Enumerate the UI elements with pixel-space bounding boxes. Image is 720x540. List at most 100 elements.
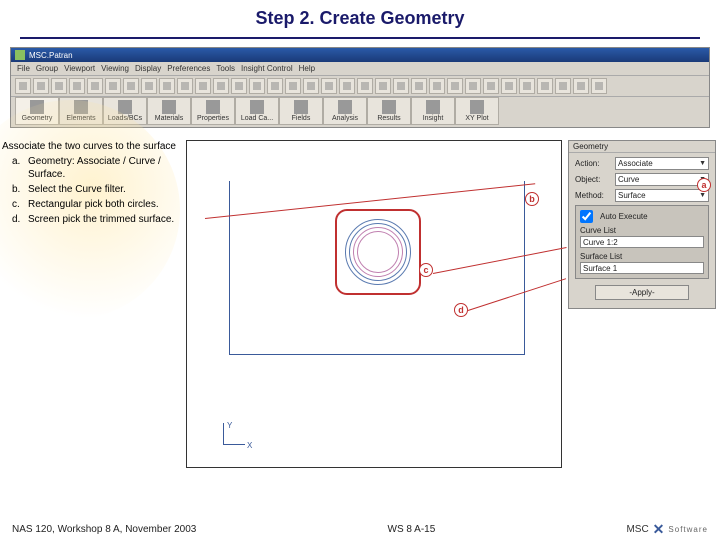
callout-d: d xyxy=(454,303,468,317)
toolbar-icon[interactable] xyxy=(213,78,229,94)
menu-display[interactable]: Display xyxy=(135,64,161,73)
toolbar-icon[interactable] xyxy=(393,78,409,94)
row-action: Action: Associate▼ xyxy=(575,157,709,170)
footer-center: WS 8 A-15 xyxy=(388,524,436,535)
toolbar-icon[interactable] xyxy=(87,78,103,94)
toolbar-icon[interactable] xyxy=(591,78,607,94)
apply-button[interactable]: -Apply- xyxy=(595,285,689,300)
menu-viewing[interactable]: Viewing xyxy=(101,64,129,73)
tab-loadcases[interactable]: Load Ca... xyxy=(235,97,279,125)
tab-elements[interactable]: Elements xyxy=(59,97,103,125)
page-title: Step 2. Create Geometry xyxy=(0,8,720,29)
toolbar-icon[interactable] xyxy=(339,78,355,94)
tab-geometry[interactable]: Geometry xyxy=(15,97,59,125)
menu-help[interactable]: Help xyxy=(299,64,315,73)
instruction-d: d.Screen pick the trimmed surface. xyxy=(12,213,182,226)
menu-tools[interactable]: Tools xyxy=(216,64,235,73)
pick-rectangle xyxy=(335,209,421,295)
footer-logo: MSC ✕ Software xyxy=(626,521,708,538)
toolbar-icon[interactable] xyxy=(321,78,337,94)
toolbar-icon[interactable] xyxy=(159,78,175,94)
loadcases-icon xyxy=(250,100,264,114)
model-viewport[interactable]: Y X xyxy=(186,140,562,468)
chevron-down-icon: ▼ xyxy=(699,160,706,167)
axis-y-label: Y xyxy=(227,421,232,430)
toolbar-icon[interactable] xyxy=(429,78,445,94)
row-object: Object: Curve▼ xyxy=(575,173,709,186)
insight-icon xyxy=(426,100,440,114)
toolbar-icon[interactable] xyxy=(303,78,319,94)
tab-xyplot[interactable]: XY Plot xyxy=(455,97,499,125)
content-area: Associate the two curves to the surface … xyxy=(0,140,720,518)
results-icon xyxy=(382,100,396,114)
toolbar-icon[interactable] xyxy=(105,78,121,94)
menu-preferences[interactable]: Preferences xyxy=(167,64,210,73)
titlebar: MSC.Patran xyxy=(11,48,709,62)
axis-x-label: X xyxy=(247,441,252,450)
method-select[interactable]: Surface▼ xyxy=(615,189,709,202)
row-auto-exec: Auto Execute xyxy=(580,210,704,223)
toolbar-icon[interactable] xyxy=(537,78,553,94)
toolbar-icon[interactable] xyxy=(375,78,391,94)
menu-viewport[interactable]: Viewport xyxy=(64,64,95,73)
surface-list-label: Surface List xyxy=(580,252,704,261)
toolbar-icon[interactable] xyxy=(357,78,373,94)
toolbar-icon[interactable] xyxy=(15,78,31,94)
app-window: MSC.Patran File Group Viewport Viewing D… xyxy=(10,47,710,128)
tab-insight[interactable]: Insight xyxy=(411,97,455,125)
toolbar-icon[interactable] xyxy=(501,78,517,94)
analysis-icon xyxy=(338,100,352,114)
logo-software: Software xyxy=(668,525,708,534)
action-select[interactable]: Associate▼ xyxy=(615,157,709,170)
surface-list-field[interactable]: Surface 1 xyxy=(580,262,704,274)
toolbar-icon[interactable] xyxy=(465,78,481,94)
tab-analysis[interactable]: Analysis xyxy=(323,97,367,125)
main-tabs: Geometry Elements Loads/BCs Materials Pr… xyxy=(11,97,709,127)
app-logo-icon xyxy=(15,50,25,60)
toolbar-icon[interactable] xyxy=(195,78,211,94)
tab-materials[interactable]: Materials xyxy=(147,97,191,125)
toolbar-icon[interactable] xyxy=(573,78,589,94)
fields-icon xyxy=(294,100,308,114)
menu-insight[interactable]: Insight Control xyxy=(241,64,293,73)
toolbar-icon[interactable] xyxy=(33,78,49,94)
app-title: MSC.Patran xyxy=(29,51,73,60)
menubar: File Group Viewport Viewing Display Pref… xyxy=(11,62,709,76)
tab-loads[interactable]: Loads/BCs xyxy=(103,97,147,125)
tab-fields[interactable]: Fields xyxy=(279,97,323,125)
method-label: Method: xyxy=(575,191,611,200)
instructions: Associate the two curves to the surface … xyxy=(2,140,182,228)
auto-execute-checkbox[interactable] xyxy=(580,210,593,223)
slide-footer: NAS 120, Workshop 8 A, November 2003 WS … xyxy=(0,521,720,538)
object-select[interactable]: Curve▼ xyxy=(615,173,709,186)
toolbar-icon[interactable] xyxy=(177,78,193,94)
toolbar-icon[interactable] xyxy=(519,78,535,94)
geometry-panel: Geometry Action: Associate▼ Object: Curv… xyxy=(568,140,716,309)
toolbar-icon[interactable] xyxy=(69,78,85,94)
menu-group[interactable]: Group xyxy=(36,64,58,73)
menu-file[interactable]: File xyxy=(17,64,30,73)
tab-properties[interactable]: Properties xyxy=(191,97,235,125)
action-label: Action: xyxy=(575,159,611,168)
toolbar-icon[interactable] xyxy=(123,78,139,94)
panel-body: Action: Associate▼ Object: Curve▼ Method… xyxy=(569,153,715,308)
toolbar-icon[interactable] xyxy=(285,78,301,94)
tab-results[interactable]: Results xyxy=(367,97,411,125)
curve-list-field[interactable]: Curve 1:2 xyxy=(580,236,704,248)
toolbar-icon[interactable] xyxy=(249,78,265,94)
toolbar-icon[interactable] xyxy=(51,78,67,94)
loads-icon xyxy=(118,100,132,114)
toolbar-icon[interactable] xyxy=(411,78,427,94)
instruction-b: b.Select the Curve filter. xyxy=(12,183,182,196)
toolbar-icon[interactable] xyxy=(231,78,247,94)
toolbar-icon[interactable] xyxy=(267,78,283,94)
instructions-list: a.Geometry: Associate / Curve / Surface.… xyxy=(2,155,182,226)
toolbar-icon[interactable] xyxy=(483,78,499,94)
toolbar-icon[interactable] xyxy=(141,78,157,94)
xyplot-icon xyxy=(470,100,484,114)
toolbar-icon[interactable] xyxy=(447,78,463,94)
panel-options: Auto Execute Curve List Curve 1:2 Surfac… xyxy=(575,205,709,279)
callout-b: b xyxy=(525,192,539,206)
elements-icon xyxy=(74,100,88,114)
toolbar-icon[interactable] xyxy=(555,78,571,94)
